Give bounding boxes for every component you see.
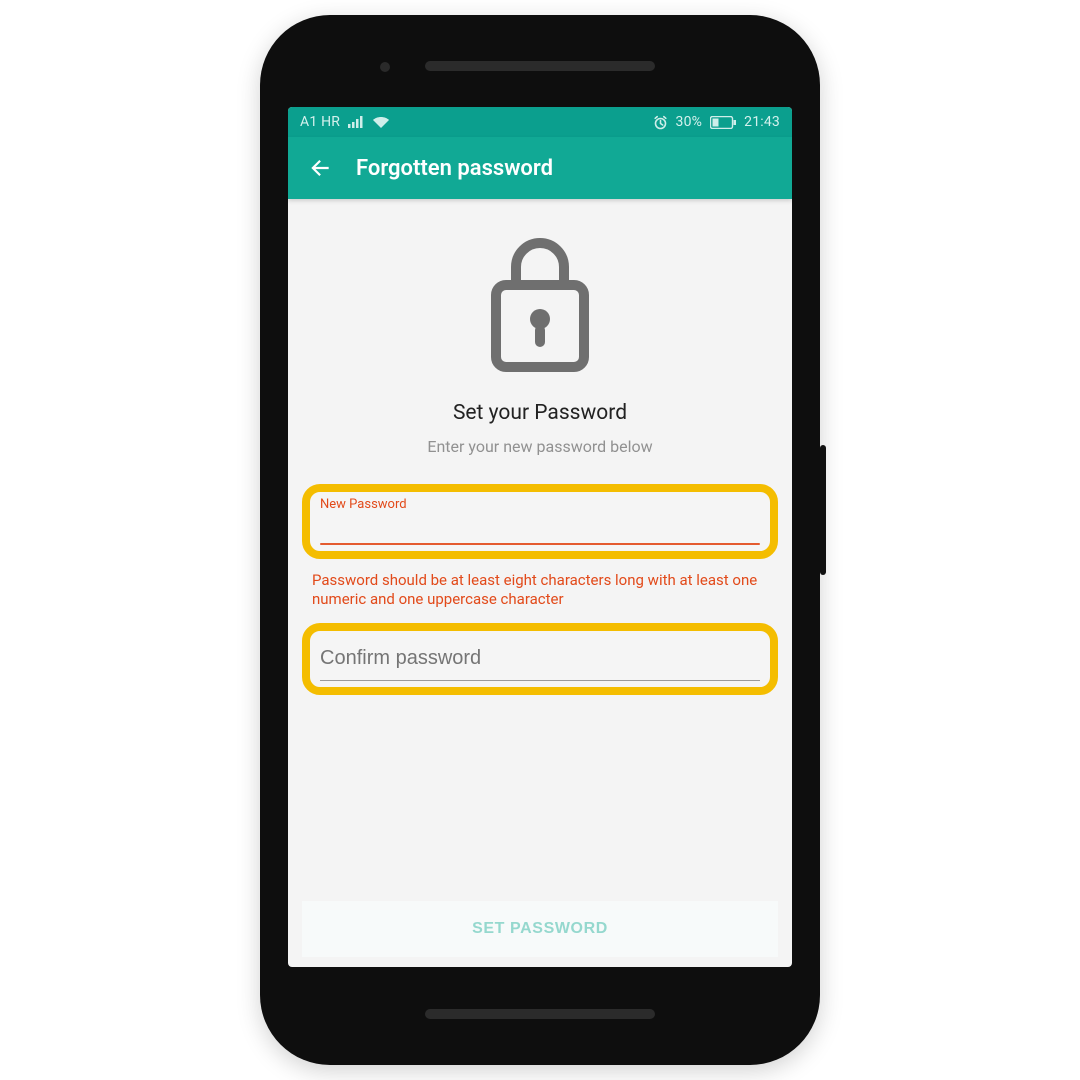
- phone-speaker-top: [425, 61, 655, 71]
- alarm-icon: [653, 115, 668, 130]
- confirm-password-underline: [320, 680, 760, 681]
- carrier-label: A1 HR: [300, 114, 340, 130]
- lock-icon: [480, 227, 600, 381]
- signal-icon: [348, 116, 364, 128]
- clock-label: 21:43: [744, 114, 780, 130]
- new-password-label: New Password: [320, 498, 760, 512]
- heading: Set your Password: [453, 401, 627, 425]
- battery-percent: 30%: [676, 114, 703, 130]
- back-button[interactable]: [306, 154, 334, 182]
- confirm-password-input[interactable]: [320, 637, 760, 678]
- status-bar: A1 HR: [288, 107, 792, 137]
- stage: A1 HR: [0, 0, 1080, 1080]
- title-bar: Forgotten password: [288, 137, 792, 199]
- set-password-button[interactable]: SET PASSWORD: [302, 901, 778, 957]
- phone-speaker-bottom: [425, 1009, 655, 1019]
- new-password-input[interactable]: [320, 512, 760, 541]
- subheading: Enter your new password below: [427, 437, 652, 456]
- fields-group: New Password Password should be at least…: [302, 484, 778, 695]
- arrow-left-icon: [307, 155, 333, 181]
- content: Set your Password Enter your new passwor…: [288, 199, 792, 967]
- wifi-icon: [372, 116, 390, 129]
- new-password-field-wrap: New Password: [302, 484, 778, 559]
- new-password-underline: [320, 543, 760, 545]
- status-left: A1 HR: [300, 114, 390, 130]
- page-title: Forgotten password: [356, 156, 553, 181]
- confirm-password-field-wrap: [302, 623, 778, 695]
- status-right: 30% 21:43: [653, 114, 780, 130]
- phone-frame: A1 HR: [260, 15, 820, 1065]
- password-error-message: Password should be at least eight charac…: [302, 569, 778, 613]
- battery-icon: [710, 116, 736, 129]
- screen: A1 HR: [288, 107, 792, 967]
- phone-camera-dot: [380, 62, 390, 72]
